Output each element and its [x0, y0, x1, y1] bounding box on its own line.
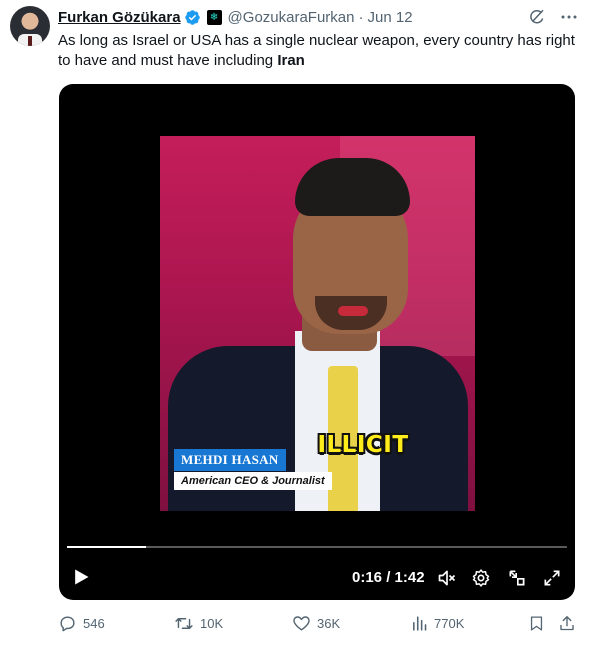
repost-icon	[175, 618, 193, 629]
fullscreen-icon[interactable]	[542, 568, 562, 588]
reply-count: 546	[83, 616, 105, 631]
bookmark-button[interactable]	[528, 614, 545, 633]
reply-button[interactable]: 546	[58, 614, 105, 633]
tweet-text-bold: Iran	[277, 52, 305, 69]
play-icon[interactable]	[71, 567, 91, 587]
video-progress-bar[interactable]	[67, 546, 567, 548]
tweet-date[interactable]: Jun 12	[368, 9, 413, 26]
reply-icon	[60, 616, 75, 632]
more-icon[interactable]	[560, 8, 578, 26]
author-name[interactable]: Furkan Gözükara	[58, 9, 181, 26]
views-button[interactable]: 770K	[411, 614, 464, 633]
header-actions	[528, 8, 578, 26]
affiliate-badge-icon: ❄	[206, 9, 222, 25]
tweet-text: As long as Israel or USA has a single nu…	[58, 32, 575, 69]
separator-dot: ·	[358, 8, 364, 26]
avatar[interactable]	[10, 6, 50, 46]
lower-third: MEHDI HASAN American CEO & Journalist	[174, 449, 332, 490]
picture-in-picture-icon[interactable]	[507, 568, 527, 588]
views-icon	[413, 616, 427, 631]
video-time: 0:16 / 1:42	[352, 569, 425, 586]
mute-icon[interactable]	[437, 568, 457, 588]
lower-third-title: American CEO & Journalist	[174, 472, 332, 490]
share-button[interactable]	[558, 614, 576, 633]
like-button[interactable]: 36K	[292, 614, 340, 633]
repost-button[interactable]: 10K	[174, 614, 223, 633]
tweet-actions: 546 10K 36K 770K	[58, 612, 578, 636]
share-icon	[560, 616, 574, 631]
views-count: 770K	[434, 616, 465, 631]
grok-icon[interactable]	[528, 8, 546, 26]
like-icon	[293, 616, 310, 631]
bookmark-icon	[530, 616, 543, 631]
author-handle[interactable]: @GozukaraFurkan	[228, 9, 355, 26]
like-count: 36K	[317, 616, 341, 631]
video-frame: ILLICIT MEHDI HASAN American CEO & Journ…	[160, 136, 475, 511]
settings-icon[interactable]	[471, 568, 491, 588]
video-player[interactable]: ILLICIT MEHDI HASAN American CEO & Journ…	[59, 84, 575, 600]
lower-third-name: MEHDI HASAN	[174, 449, 286, 471]
tweet-header: Furkan Gözükara ❄ @GozukaraFurkan · Jun …	[58, 7, 413, 27]
video-progress-fill	[67, 546, 146, 548]
tweet: Furkan Gözükara ❄ @GozukaraFurkan · Jun …	[0, 0, 592, 647]
verified-badge-icon	[184, 9, 200, 25]
repost-count: 10K	[200, 616, 224, 631]
video-controls: 0:16 / 1:42	[59, 562, 575, 592]
